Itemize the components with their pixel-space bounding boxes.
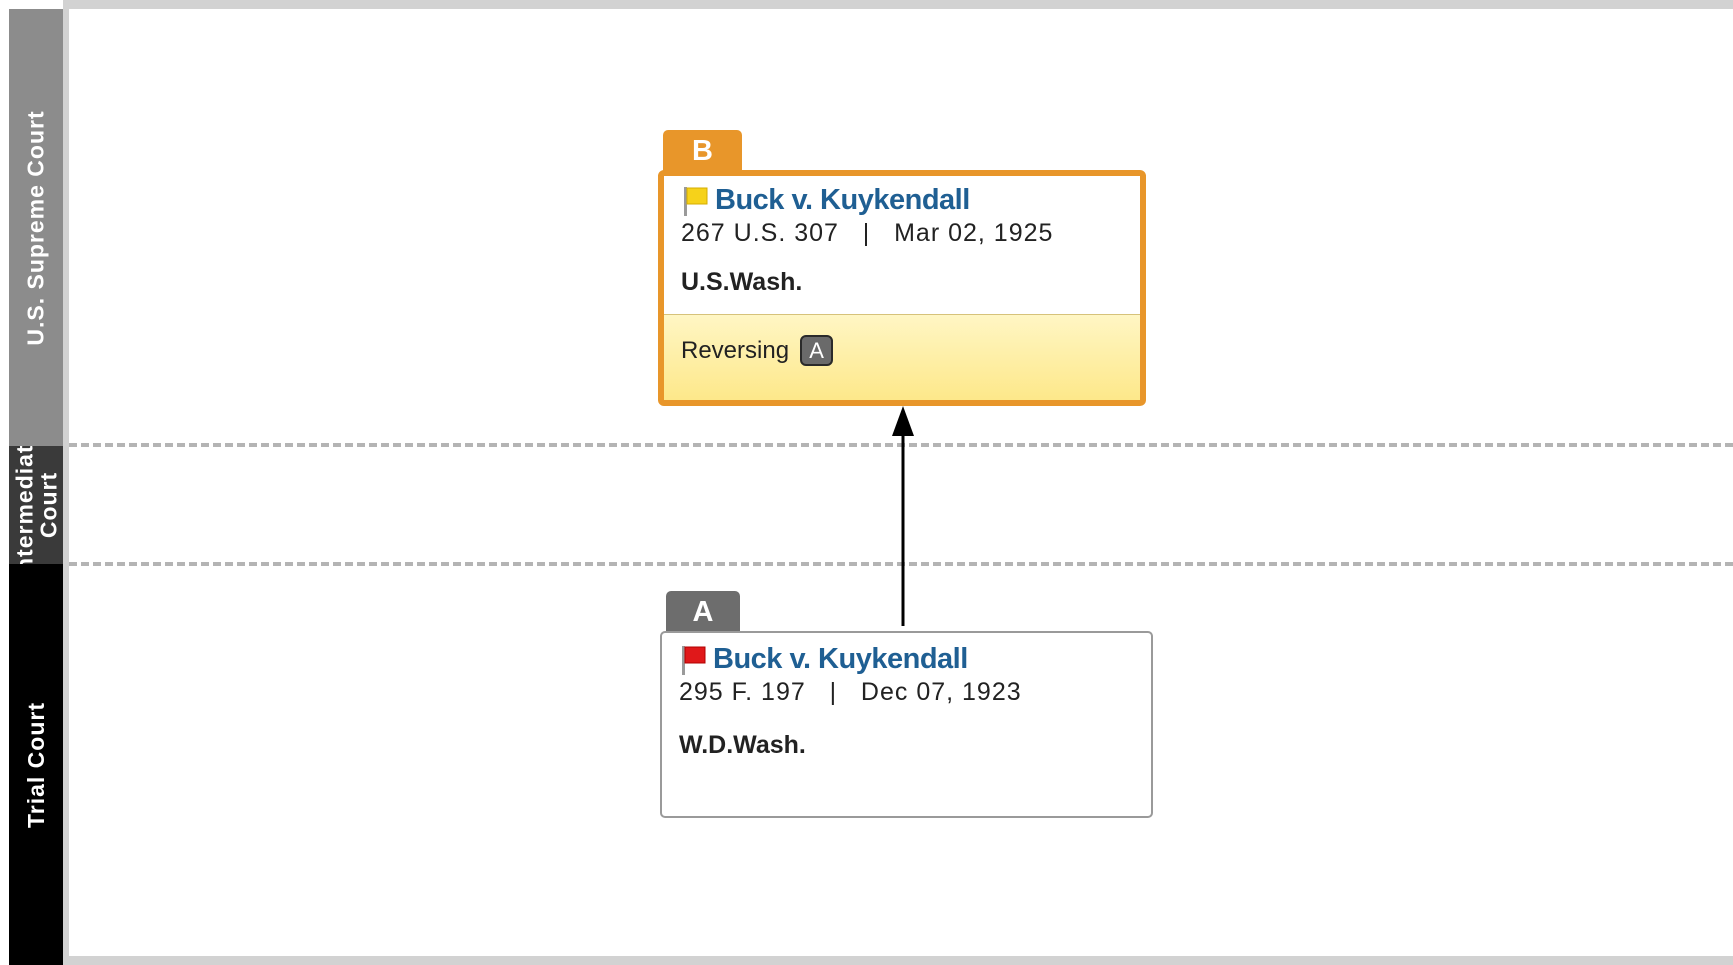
case-tab-letter: B [692,134,713,167]
case-citation: 267 U.S. 307 | Mar 02, 1925 [681,219,1054,247]
case-title-link[interactable]: Buck v. Kuykendall [713,643,968,676]
treatment-band: Reversing A [664,314,1140,400]
case-tab-letter: A [692,595,714,628]
treatment-ref-badge[interactable]: A [800,335,834,366]
case-court: U.S.Wash. [681,268,803,296]
case-tab-b[interactable]: B [663,130,742,172]
case-court: W.D.Wash. [679,731,806,759]
case-tab-a[interactable]: A [666,591,740,633]
yellow-flag-icon [681,185,711,217]
case-citation: 295 F. 197 | Dec 07, 1923 [679,678,1022,706]
case-card-a[interactable]: Buck v. Kuykendall 295 F. 197 | Dec 07, … [660,631,1153,818]
case-card-b[interactable]: Buck v. Kuykendall 267 U.S. 307 | Mar 02… [658,170,1146,406]
treatment-label: Reversing [681,336,790,364]
citing-arrow [892,406,914,626]
case-title-link[interactable]: Buck v. Kuykendall [715,184,970,217]
red-flag-icon [679,644,709,676]
